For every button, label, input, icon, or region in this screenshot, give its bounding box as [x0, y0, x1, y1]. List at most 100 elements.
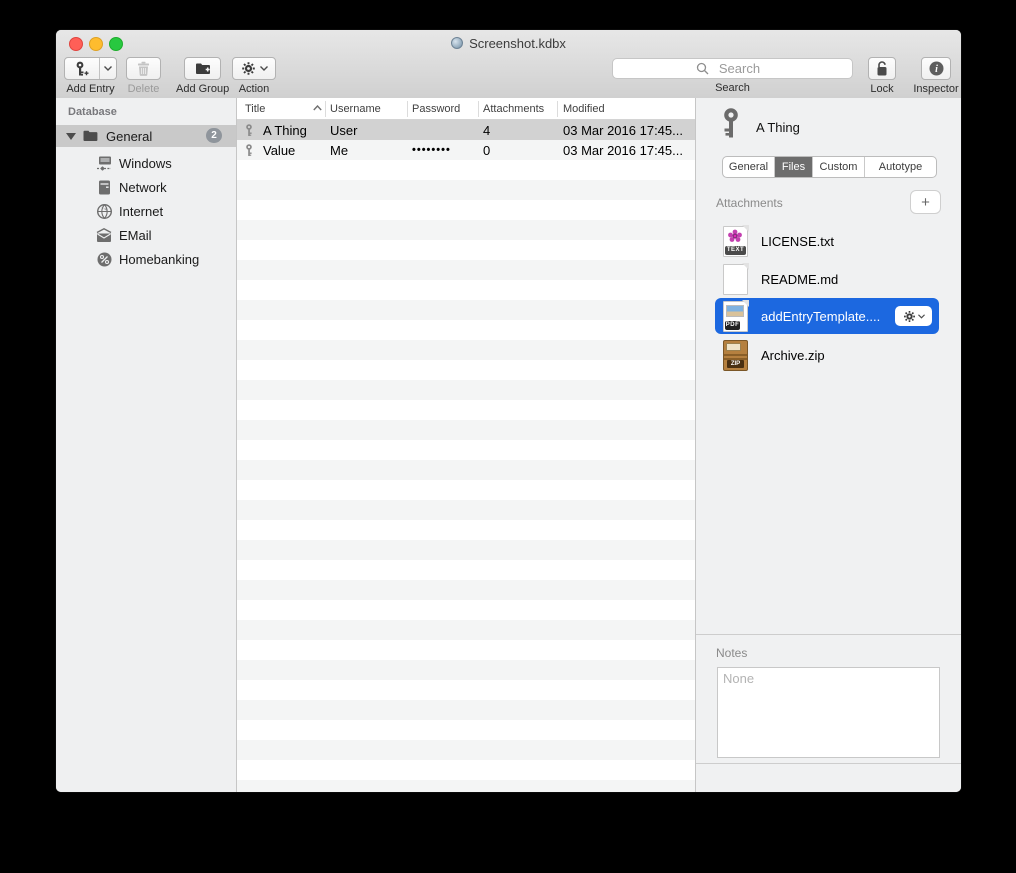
search-group: Search: [612, 58, 853, 94]
delete-label: Delete: [128, 83, 160, 95]
sidebar-item-label: Network: [119, 180, 167, 195]
tab-custom[interactable]: Custom: [813, 157, 865, 177]
pdf-file-icon: PDF: [723, 301, 748, 332]
sort-ascending-icon: [313, 105, 322, 111]
inspector-panel: A Thing General Files Custom Autotype At…: [695, 98, 961, 792]
add-attachment-button[interactable]: +: [910, 190, 941, 214]
add-entry-label: Add Entry: [66, 83, 114, 95]
attachment-name: README.md: [761, 272, 838, 287]
attachments-label: Attachments: [716, 196, 783, 210]
table-header: Title Username Password Attachments Modi…: [237, 98, 695, 120]
windows-icon: [96, 156, 112, 171]
entry-table: Title Username Password Attachments Modi…: [237, 98, 695, 792]
toolbar: Add Entry Delete Add Group: [64, 57, 953, 97]
column-header-username[interactable]: Username: [330, 98, 381, 120]
lock-group: Lock: [862, 57, 902, 95]
server-icon: [96, 180, 112, 195]
sidebar-group-label: General: [106, 129, 152, 144]
column-header-modified[interactable]: Modified: [563, 98, 605, 120]
sidebar-item-internet[interactable]: Internet: [56, 199, 236, 223]
table-row[interactable]: Value Me •••••••• 0 03 Mar 2016 17:45...: [237, 140, 695, 160]
tab-autotype[interactable]: Autotype: [865, 157, 936, 177]
gear-icon: [903, 310, 916, 323]
key-plus-icon: [65, 58, 100, 79]
cell-username: User: [330, 120, 357, 140]
cell-password: ••••••••: [412, 140, 451, 160]
cell-username: Me: [330, 140, 348, 160]
column-header-password[interactable]: Password: [412, 98, 460, 120]
unlock-icon: [875, 61, 889, 77]
cell-title: A Thing: [263, 120, 307, 140]
tab-general[interactable]: General: [723, 157, 775, 177]
notes-label: Notes: [716, 646, 747, 660]
sidebar-item-label: Homebanking: [119, 252, 199, 267]
search-field[interactable]: [612, 58, 853, 79]
column-divider[interactable]: [557, 101, 558, 117]
cell-attachments: 4: [483, 120, 490, 140]
column-divider[interactable]: [478, 101, 479, 117]
envelope-icon: [96, 228, 112, 242]
window-chrome: Screenshot.kdbx Add Entry: [56, 30, 961, 99]
sidebar-item-email[interactable]: EMail: [56, 223, 236, 247]
add-entry-dropdown[interactable]: [100, 58, 116, 79]
sidebar-item-label: EMail: [119, 228, 152, 243]
column-header-title[interactable]: Title: [245, 98, 265, 120]
notes-textarea[interactable]: [717, 667, 940, 758]
globe-icon: [96, 204, 112, 219]
file-badge: PDF: [725, 321, 740, 330]
file-badge: TEXT: [725, 246, 746, 255]
sidebar-item-windows[interactable]: Windows: [56, 151, 236, 175]
info-icon: i: [929, 61, 944, 76]
add-entry-button[interactable]: [64, 57, 117, 80]
file-badge: ZIP: [727, 360, 744, 368]
column-divider[interactable]: [407, 101, 408, 117]
empty-rows[interactable]: [237, 160, 695, 792]
delete-group: Delete: [126, 57, 161, 95]
chevron-down-icon: [918, 314, 925, 319]
disclosure-triangle-icon[interactable]: [66, 133, 76, 140]
folder-icon: [83, 130, 98, 142]
key-icon: [244, 144, 254, 157]
add-group-group: Add Group: [176, 57, 229, 95]
sidebar-header: Database: [68, 106, 117, 118]
delete-button[interactable]: [126, 57, 161, 80]
attachment-row-archive[interactable]: ZIP Archive.zip: [710, 336, 946, 374]
inspector-label: Inspector: [913, 83, 958, 95]
attachment-name: Archive.zip: [761, 348, 825, 363]
table-row[interactable]: A Thing User 4 03 Mar 2016 17:45...: [237, 120, 695, 140]
add-group-button[interactable]: [184, 57, 221, 80]
inspector-tabs: General Files Custom Autotype: [722, 156, 937, 178]
cell-attachments: 0: [483, 140, 490, 160]
sidebar: Database General 2 Windows Network: [56, 98, 237, 792]
action-group: Action: [232, 57, 276, 95]
text-file-icon: TEXT: [723, 226, 748, 257]
chevron-down-icon: [260, 66, 268, 71]
plain-file-icon: [723, 264, 748, 295]
app-window: Screenshot.kdbx Add Entry: [56, 30, 961, 792]
attachment-action-button[interactable]: [895, 306, 932, 326]
gear-icon: [241, 61, 256, 76]
lock-button[interactable]: [868, 57, 896, 80]
column-header-attachments[interactable]: Attachments: [483, 98, 544, 120]
percent-icon: [96, 252, 112, 267]
inspector-button[interactable]: i: [921, 57, 951, 80]
notes-divider: [696, 634, 961, 635]
titlebar[interactable]: Screenshot.kdbx: [56, 30, 961, 56]
cell-modified: 03 Mar 2016 17:45...: [563, 140, 683, 160]
attachment-name: addEntryTemplate....: [761, 309, 880, 324]
sidebar-item-label: Internet: [119, 204, 163, 219]
action-button[interactable]: [232, 57, 276, 80]
zip-file-icon: ZIP: [723, 340, 748, 371]
trash-icon: [137, 61, 150, 76]
column-divider[interactable]: [325, 101, 326, 117]
sidebar-item-label: Windows: [119, 156, 172, 171]
add-entry-group: Add Entry: [64, 57, 117, 95]
attachment-row-readme[interactable]: README.md: [710, 260, 946, 298]
tab-files[interactable]: Files: [775, 157, 813, 177]
sidebar-item-network[interactable]: Network: [56, 175, 236, 199]
sidebar-item-homebanking[interactable]: Homebanking: [56, 247, 236, 271]
search-input[interactable]: [613, 59, 852, 78]
sidebar-group-general[interactable]: General 2: [56, 125, 236, 147]
attachment-row-addentrytemplate[interactable]: PDF addEntryTemplate....: [715, 298, 939, 334]
attachment-row-license[interactable]: TEXT LICENSE.txt: [710, 222, 946, 260]
